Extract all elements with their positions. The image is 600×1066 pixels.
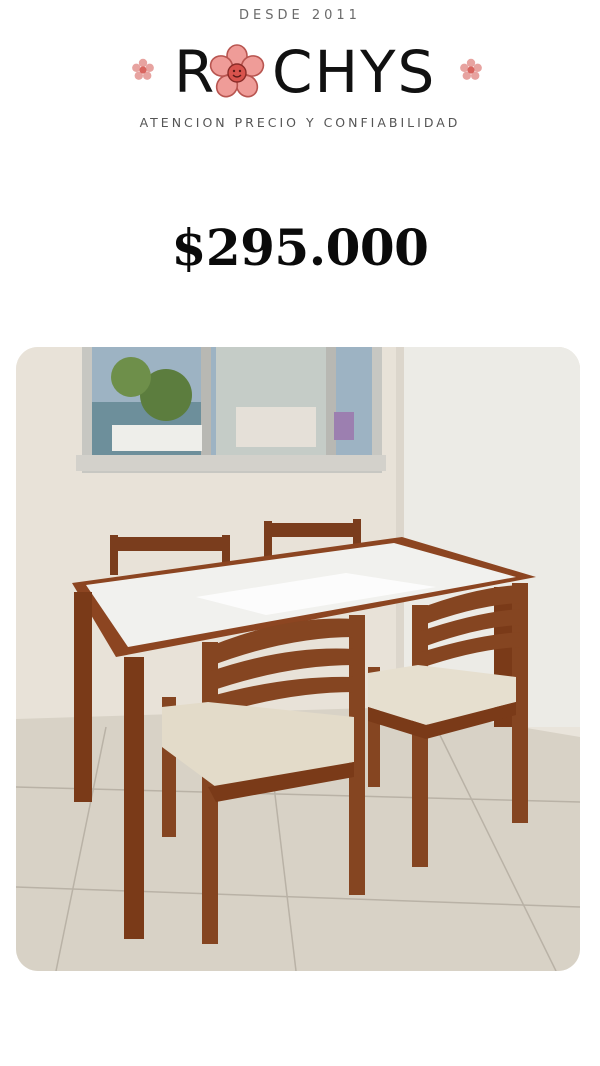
flower-icon xyxy=(132,58,154,80)
flower-icon xyxy=(460,58,482,80)
since-label: DESDE 2011 xyxy=(239,8,361,23)
brand-name-rest: CHYS xyxy=(272,38,437,106)
flower-icon xyxy=(209,44,265,98)
brand-logo: R CHYS xyxy=(0,38,600,106)
product-photo xyxy=(16,347,580,971)
dining-set-illustration xyxy=(16,347,580,971)
product-price: $295.000 xyxy=(171,218,429,277)
brand-tagline: ATENCION PRECIO Y CONFIABILIDAD xyxy=(139,115,461,130)
brand-header: DESDE 2011 R CHYS ATENCION PRECIO Y CONF… xyxy=(0,0,600,150)
